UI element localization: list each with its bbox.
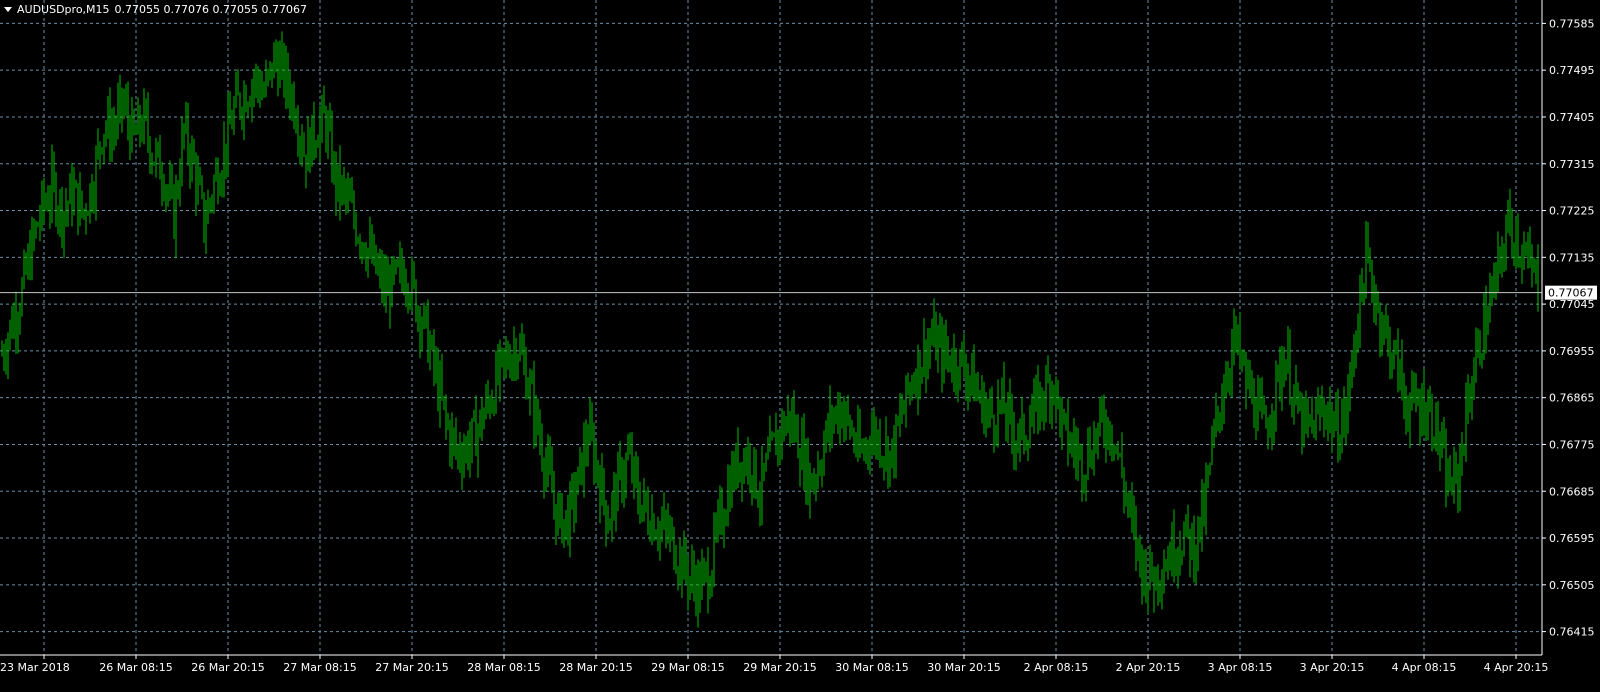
x-tick-label: 28 Mar 20:15 xyxy=(559,661,632,674)
price-chart[interactable]: 0.77585 0.77495 0.77405 0.77315 0.77225 0.771… xyxy=(0,0,1600,688)
symbol-name: AUDUSDpro,M15 xyxy=(17,3,110,16)
y-tick-label: 0.77585 xyxy=(1549,17,1595,30)
y-tick-label: 0.76685 xyxy=(1549,485,1595,498)
dropdown-caret-icon[interactable] xyxy=(4,7,12,12)
x-axis-ticks: 23 Mar 2018 26 Mar 08:15 26 Mar 20:15 27 Ma… xyxy=(0,655,1548,674)
symbol-header[interactable]: AUDUSDpro,M15 0.77055 0.77076 0.77055 0.… xyxy=(4,3,307,16)
y-tick-label: 0.77135 xyxy=(1549,251,1595,264)
y-tick-label: 0.77045 xyxy=(1549,298,1595,311)
y-tick-label: 0.76415 xyxy=(1549,626,1595,639)
x-tick-label: 2 Apr 20:15 xyxy=(1116,661,1181,674)
y-tick-label: 0.76865 xyxy=(1549,392,1595,405)
y-axis-ticks: 0.77585 0.77495 0.77405 0.77315 0.77225 0.771… xyxy=(1542,17,1595,639)
x-tick-label: 28 Mar 08:15 xyxy=(467,661,540,674)
x-tick-label: 27 Mar 20:15 xyxy=(375,661,448,674)
y-tick-label: 0.77225 xyxy=(1549,205,1595,218)
y-tick-label: 0.76505 xyxy=(1549,579,1595,592)
x-tick-label: 3 Apr 08:15 xyxy=(1208,661,1273,674)
axes xyxy=(0,0,1543,656)
x-tick-label: 29 Mar 20:15 xyxy=(743,661,816,674)
y-tick-label: 0.76955 xyxy=(1549,345,1595,358)
x-tick-label: 4 Apr 20:15 xyxy=(1484,661,1549,674)
x-tick-label: 3 Apr 20:15 xyxy=(1300,661,1365,674)
y-tick-label: 0.76775 xyxy=(1549,438,1595,451)
y-tick-label: 0.77405 xyxy=(1549,111,1595,124)
x-tick-label: 30 Mar 20:15 xyxy=(927,661,1000,674)
x-tick-label: 4 Apr 08:15 xyxy=(1392,661,1457,674)
x-tick-label: 26 Mar 20:15 xyxy=(191,661,264,674)
ohlc-values: 0.77055 0.77076 0.77055 0.77067 xyxy=(114,3,307,16)
chart-canvas[interactable]: 0.77585 0.77495 0.77405 0.77315 0.77225 0.771… xyxy=(0,0,1600,688)
x-tick-label: 27 Mar 08:15 xyxy=(283,661,356,674)
x-tick-label: 23 Mar 2018 xyxy=(0,661,70,674)
x-tick-label: 29 Mar 08:15 xyxy=(651,661,724,674)
x-tick-label: 30 Mar 08:15 xyxy=(835,661,908,674)
x-tick-label: 26 Mar 08:15 xyxy=(99,661,172,674)
x-tick-label: 2 Apr 08:15 xyxy=(1024,661,1089,674)
y-tick-label: 0.77315 xyxy=(1549,158,1595,171)
current-price-marker: 0.77067 xyxy=(1545,285,1597,300)
current-price-label: 0.77067 xyxy=(1548,287,1594,300)
grid-lines xyxy=(0,0,1542,655)
y-tick-label: 0.77495 xyxy=(1549,64,1595,77)
y-tick-label: 0.76595 xyxy=(1549,532,1595,545)
